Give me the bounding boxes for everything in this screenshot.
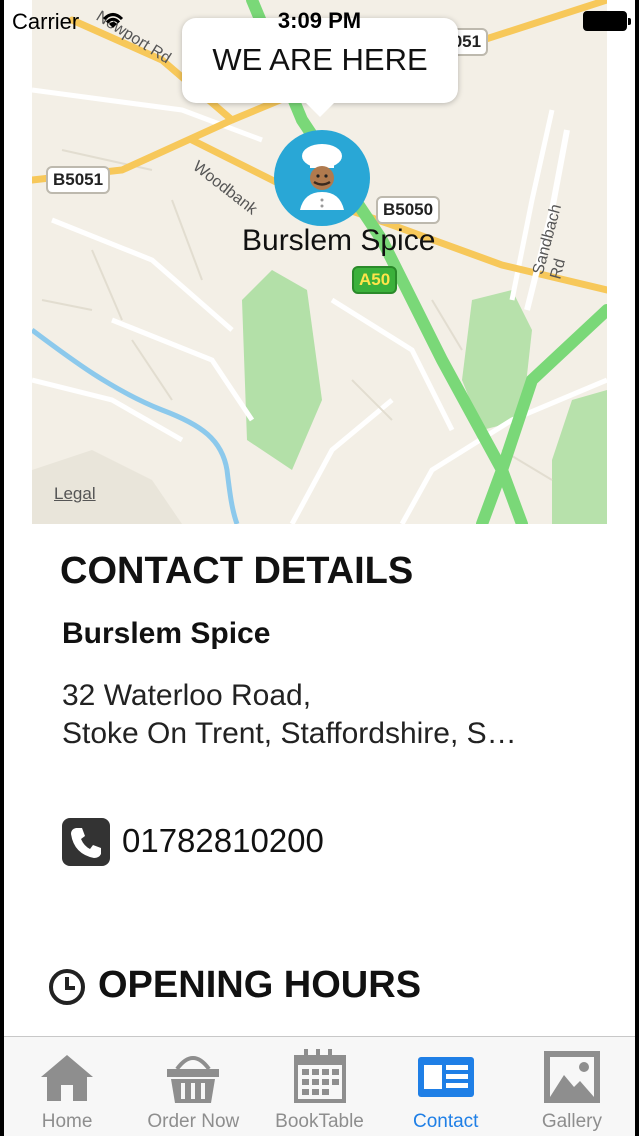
tab-contact[interactable]: Contact: [383, 1037, 509, 1136]
address-line-2: Stoke On Trent, Staffordshire, S…: [62, 717, 517, 750]
legal-link[interactable]: Legal: [54, 484, 96, 504]
address: 32 Waterloo Road, Stoke On Trent, Staffo…: [62, 677, 582, 753]
contact-details-heading: CONTACT DETAILS: [60, 550, 414, 592]
contact-card-icon: [417, 1057, 474, 1097]
clock-icon: [49, 969, 85, 1005]
chef-marker-icon[interactable]: [274, 130, 370, 226]
road-label-b5050: B5050: [376, 196, 441, 224]
tab-book-table[interactable]: BookTable: [256, 1037, 382, 1136]
device-frame: B5051 B5051 B5050 A50 Woodbank Sandbach …: [0, 0, 639, 1136]
marker-label: Burslem Spice: [242, 224, 436, 257]
home-icon: [41, 1055, 94, 1101]
basket-icon: [167, 1056, 220, 1103]
screen: B5051 B5051 B5050 A50 Woodbank Sandbach …: [4, 0, 635, 1136]
address-line-1: 32 Waterloo Road,: [62, 679, 312, 712]
tab-home-label: Home: [41, 1111, 93, 1132]
tab-order-now-label: Order Now: [147, 1111, 240, 1132]
business-name: Burslem Spice: [62, 617, 271, 650]
tab-contact-label: Contact: [412, 1111, 479, 1132]
tab-order-now[interactable]: Order Now: [130, 1037, 256, 1136]
location-map[interactable]: B5051 B5051 B5050 A50 Woodbank Sandbach …: [32, 0, 607, 524]
road-label-a50: A50: [352, 266, 398, 294]
tab-book-table-label: BookTable: [275, 1111, 364, 1132]
clock-time: 3:09 PM: [277, 8, 362, 33]
calendar-icon: [293, 1049, 346, 1103]
phone-number-link[interactable]: 01782810200: [122, 822, 324, 860]
gallery-icon: [543, 1051, 600, 1103]
status-bar: Carrier 3:09 PM: [4, 0, 635, 40]
tab-home[interactable]: Home: [4, 1037, 130, 1136]
battery-icon: [583, 11, 631, 31]
tab-gallery-label: Gallery: [541, 1111, 602, 1132]
tab-gallery[interactable]: Gallery: [509, 1037, 635, 1136]
phone-icon[interactable]: [62, 818, 110, 866]
road-label-b5051-left: B5051: [46, 166, 111, 194]
tab-bar: Home Order Now BookTable Contact Gallery: [4, 1036, 635, 1136]
opening-hours-heading: OPENING HOURS: [98, 964, 422, 1006]
